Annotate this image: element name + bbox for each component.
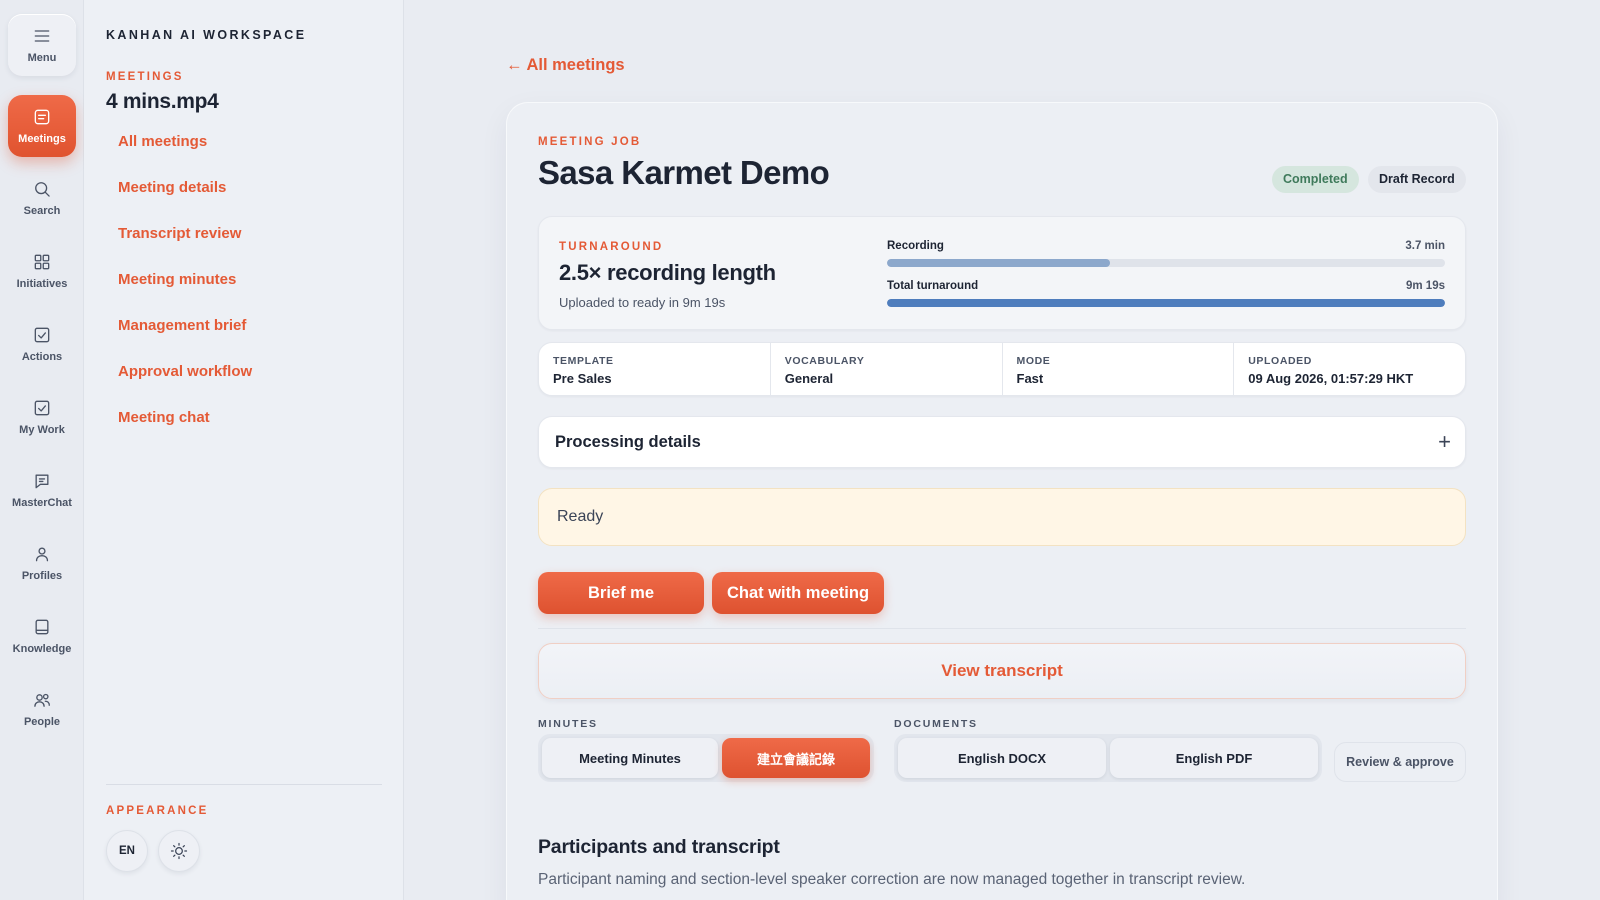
meta-vocabulary: VOCABULARY General	[771, 343, 1003, 395]
processing-details-title: Processing details	[555, 433, 701, 451]
documents-label: DOCUMENTS	[894, 718, 978, 730]
documents-button-group: English DOCX English PDF	[894, 734, 1322, 782]
meeting-sidebar: KANHAN AI WORKSPACE MEETINGS 4 mins.mp4 …	[84, 0, 404, 900]
icon-rail: Menu Meetings Search Initiatives Actions…	[0, 0, 84, 900]
meta-key: MODE	[1016, 355, 1051, 367]
english-docx-button[interactable]: English DOCX	[898, 738, 1106, 778]
checkbox-icon	[34, 327, 50, 343]
meeting-job-card: MEETING JOB Sasa Karmet Demo Completed D…	[506, 102, 1498, 900]
turnaround-subtitle: Uploaded to ready in 9m 19s	[559, 295, 726, 310]
rail-item-actions[interactable]: Actions	[8, 313, 76, 375]
appearance-label: APPEARANCE	[106, 805, 209, 817]
total-bar-label: Total turnaround	[887, 280, 979, 292]
sidebar-link-meeting-minutes[interactable]: Meeting minutes	[118, 269, 252, 315]
total-bar-fill	[887, 299, 1445, 307]
create-minutes-zh-button[interactable]: 建立會議記錄	[722, 738, 870, 778]
rail-item-masterchat[interactable]: MasterChat	[8, 459, 76, 521]
minutes-button-group: Meeting Minutes 建立會議記錄	[538, 734, 874, 782]
grid-icon	[34, 254, 50, 270]
status-banner-text: Ready	[557, 508, 604, 525]
turnaround-kicker: TURNAROUND	[559, 241, 664, 253]
review-approve-button[interactable]: Review & approve	[1334, 742, 1466, 782]
meetings-icon	[34, 109, 50, 125]
participants-description: Participant naming and section-level spe…	[538, 871, 1246, 888]
sidebar-link-meeting-chat[interactable]: Meeting chat	[118, 407, 252, 453]
rail-item-label: Menu	[27, 52, 57, 64]
rail-item-label: Initiatives	[16, 278, 68, 290]
job-kicker: MEETING JOB	[538, 136, 642, 148]
status-badge: Completed	[1272, 166, 1359, 193]
view-transcript-button[interactable]: View transcript	[538, 643, 1466, 699]
recording-bar-track	[887, 259, 1445, 267]
participants-title: Participants and transcript	[538, 836, 780, 858]
record-badge: Draft Record	[1368, 166, 1466, 193]
sidebar-link-management-brief[interactable]: Management brief	[118, 315, 252, 361]
brief-me-button[interactable]: Brief me	[538, 572, 704, 614]
recording-bar-value: 3.7 min	[1405, 240, 1445, 252]
file-name: 4 mins.mp4	[106, 90, 219, 113]
person-icon	[35, 547, 49, 562]
turnaround-value: 2.5× recording length	[559, 260, 776, 285]
checkbox-icon	[34, 400, 50, 416]
meta-key: TEMPLATE	[553, 355, 614, 367]
meeting-minutes-button[interactable]: Meeting Minutes	[542, 738, 718, 778]
sun-icon	[170, 842, 188, 860]
language-button[interactable]: EN	[106, 830, 148, 872]
page-title: Sasa Karmet Demo	[538, 154, 830, 191]
book-icon	[35, 619, 49, 635]
plus-icon: +	[1438, 429, 1451, 454]
recording-bar-label: Recording	[887, 240, 944, 252]
meta-template: TEMPLATE Pre Sales	[539, 343, 771, 395]
back-to-all-meetings-link[interactable]: ← All meetings	[506, 56, 625, 75]
rail-item-label: MasterChat	[12, 497, 72, 509]
menu-icon	[34, 30, 50, 42]
minutes-label: MINUTES	[538, 718, 598, 730]
workspace-title: KANHAN AI WORKSPACE	[106, 28, 307, 42]
meta-value: Pre Sales	[553, 371, 612, 386]
total-bar-value: 9m 19s	[1405, 280, 1445, 292]
processing-details-toggle[interactable]: Processing details +	[538, 416, 1466, 468]
section-kicker: MEETINGS	[106, 71, 184, 83]
divider	[538, 628, 1466, 629]
sidebar-divider	[106, 784, 382, 785]
rail-item-menu[interactable]: Menu	[8, 14, 76, 76]
theme-toggle-button[interactable]	[158, 830, 200, 872]
sidebar-link-all-meetings[interactable]: All meetings	[118, 131, 252, 177]
rail-item-my-work[interactable]: My Work	[8, 386, 76, 448]
rail-item-label: Actions	[21, 351, 63, 363]
search-icon	[35, 182, 50, 197]
rail-item-label: Meetings	[18, 133, 66, 145]
rail-item-knowledge[interactable]: Knowledge	[8, 605, 76, 667]
meta-grid: TEMPLATE Pre Sales VOCABULARY General MO…	[538, 342, 1466, 396]
recording-bar-fill	[887, 259, 1111, 267]
total-bar-track	[887, 299, 1445, 307]
meta-key: UPLOADED	[1248, 355, 1312, 367]
meta-value: Fast	[1016, 371, 1044, 386]
meta-value: 09 Aug 2026, 01:57:29 HKT	[1248, 371, 1414, 386]
rail-item-label: Profiles	[21, 570, 63, 582]
sidebar-link-approval-workflow[interactable]: Approval workflow	[118, 361, 252, 407]
turnaround-panel: TURNAROUND 2.5× recording length Uploade…	[538, 216, 1466, 330]
rail-item-people[interactable]: People	[8, 678, 76, 740]
rail-item-label: My Work	[19, 424, 65, 436]
chat-icon	[35, 474, 49, 489]
chat-with-meeting-button[interactable]: Chat with meeting	[712, 572, 884, 614]
people-icon	[34, 693, 50, 707]
rail-item-initiatives[interactable]: Initiatives	[8, 240, 76, 302]
rail-item-meetings[interactable]: Meetings	[8, 95, 76, 157]
meta-value: General	[784, 371, 834, 386]
sidebar-nav: All meetings Meeting details Transcript …	[118, 131, 252, 453]
rail-item-search[interactable]: Search	[8, 167, 76, 229]
sidebar-link-transcript-review[interactable]: Transcript review	[118, 223, 252, 269]
rail-item-label: Knowledge	[12, 643, 72, 655]
meta-uploaded: UPLOADED 09 Aug 2026, 01:57:29 HKT	[1234, 343, 1465, 395]
status-banner: Ready	[538, 488, 1466, 546]
rail-item-profiles[interactable]: Profiles	[8, 532, 76, 594]
meta-mode: MODE Fast	[1003, 343, 1235, 395]
meta-key: VOCABULARY	[784, 355, 865, 367]
english-pdf-button[interactable]: English PDF	[1110, 738, 1318, 778]
rail-item-label: People	[23, 716, 61, 728]
sidebar-link-meeting-details[interactable]: Meeting details	[118, 177, 252, 223]
rail-item-label: Search	[23, 205, 61, 217]
